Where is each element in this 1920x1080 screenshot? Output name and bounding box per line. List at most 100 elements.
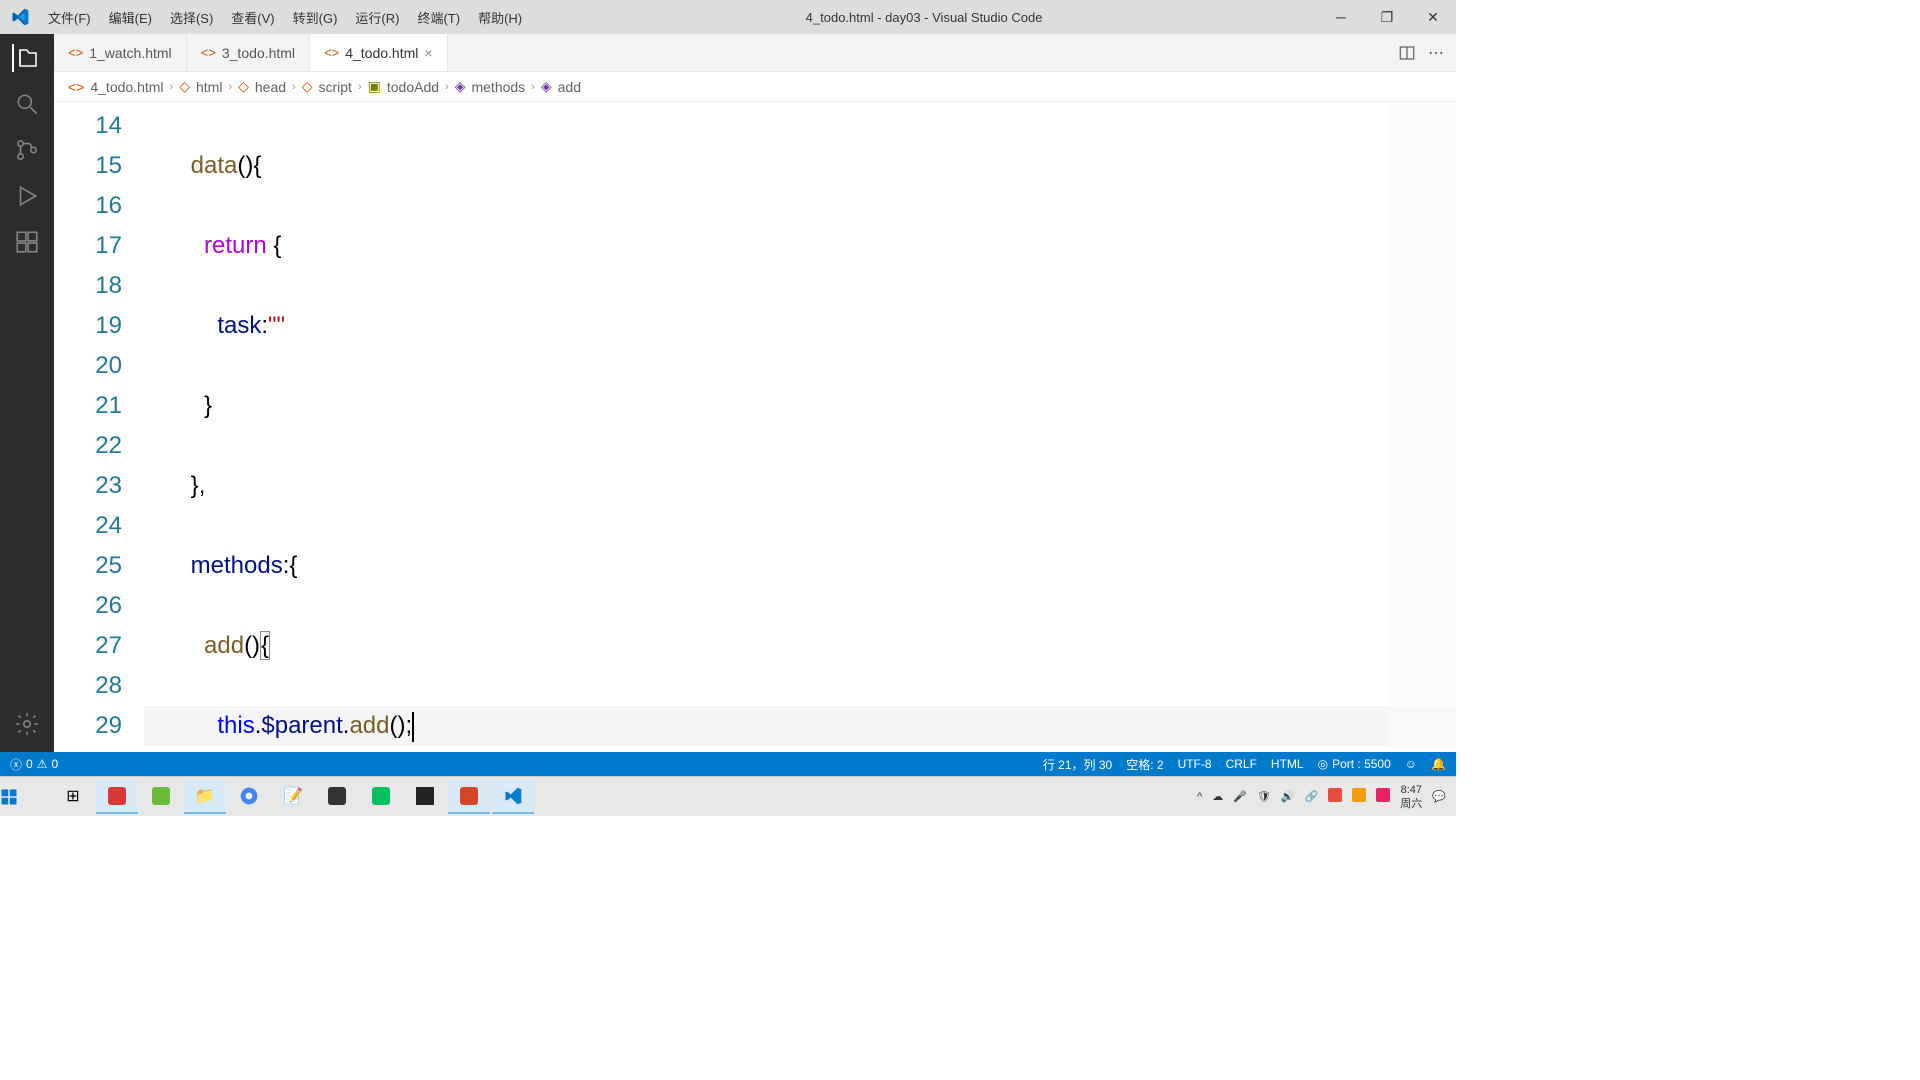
taskbar-app-2[interactable]: [140, 780, 182, 814]
minimize-button[interactable]: ─: [1318, 3, 1364, 32]
minimap[interactable]: [1386, 102, 1456, 752]
tok: add: [204, 632, 244, 659]
tab-label: 1_watch.html: [89, 45, 171, 61]
status-eol[interactable]: CRLF: [1226, 757, 1257, 771]
tray-cloud-icon[interactable]: ☁: [1212, 790, 1223, 803]
tok: return: [204, 232, 267, 259]
tab-4-todo[interactable]: <>4_todo.html×: [310, 34, 448, 71]
tok: task: [217, 312, 261, 339]
status-bar: ⓧ0 ⚠0 行 21，列 30 空格: 2 UTF-8 CRLF HTML ◎ …: [0, 752, 1456, 776]
menu-select[interactable]: 选择(S): [162, 4, 221, 31]
status-bell-icon[interactable]: 🔔: [1431, 757, 1446, 771]
menu-run[interactable]: 运行(R): [347, 4, 407, 31]
menu-edit[interactable]: 编辑(E): [101, 4, 160, 31]
tab-1-watch[interactable]: <>1_watch.html: [54, 34, 187, 71]
taskbar-notepad[interactable]: 📝: [272, 780, 314, 814]
status-spaces[interactable]: 空格: 2: [1126, 756, 1163, 773]
status-language[interactable]: HTML: [1271, 757, 1304, 771]
taskbar-app-1[interactable]: [96, 780, 138, 814]
tok: add: [349, 712, 389, 739]
start-button[interactable]: [0, 788, 48, 806]
vscode-logo-icon: [0, 8, 40, 26]
tab-label: 4_todo.html: [345, 45, 418, 61]
title-bar: 文件(F) 编辑(E) 选择(S) 查看(V) 转到(G) 运行(R) 终端(T…: [0, 0, 1456, 34]
menu-terminal[interactable]: 终端(T): [409, 4, 468, 31]
window-controls: ─ ❐ ✕: [1318, 3, 1456, 32]
breadcrumb-html[interactable]: html: [196, 79, 222, 95]
activity-bar: [0, 34, 54, 752]
status-cursor[interactable]: 行 21，列 30: [1043, 756, 1112, 773]
editor-tabs: <>1_watch.html <>3_todo.html <>4_todo.ht…: [54, 34, 1456, 72]
tab-close-icon[interactable]: ×: [424, 45, 432, 61]
broadcast-icon: ◎: [1318, 757, 1328, 771]
tok: methods: [191, 552, 283, 579]
tray-app-icon-2[interactable]: [1352, 788, 1366, 805]
tray-security-icon[interactable]: 🛡: [1257, 790, 1271, 803]
tok: $parent: [261, 712, 342, 739]
extensions-icon[interactable]: [13, 228, 41, 256]
breadcrumb-todoadd[interactable]: todoAdd: [387, 79, 439, 95]
warning-count: 0: [51, 757, 58, 771]
menu-view[interactable]: 查看(V): [223, 4, 282, 31]
settings-gear-icon[interactable]: [13, 710, 41, 738]
menu-bar: 文件(F) 编辑(E) 选择(S) 查看(V) 转到(G) 运行(R) 终端(T…: [40, 4, 530, 31]
close-button[interactable]: ✕: [1410, 3, 1456, 32]
window-title: 4_todo.html - day03 - Visual Studio Code: [530, 10, 1318, 25]
taskbar-vscode[interactable]: [492, 780, 534, 814]
taskbar-terminal[interactable]: [404, 780, 446, 814]
menu-file[interactable]: 文件(F): [40, 4, 99, 31]
tok: data: [191, 152, 238, 179]
taskbar-chrome[interactable]: [228, 780, 270, 814]
breadcrumb-add[interactable]: add: [558, 79, 581, 95]
breadcrumb[interactable]: <>4_todo.html ›◇html ›◇head ›◇script ›▣t…: [54, 72, 1456, 102]
breadcrumb-methods[interactable]: methods: [471, 79, 525, 95]
code-content[interactable]: data(){ return { task:"" } }, methods:{ …: [144, 102, 1456, 752]
warning-icon: ⚠: [37, 757, 48, 771]
menu-goto[interactable]: 转到(G): [285, 4, 346, 31]
breadcrumb-file[interactable]: 4_todo.html: [90, 79, 163, 95]
windows-taskbar: ⊞ 📁 📝 ^ ☁ 🎤 🛡 🔊 🔗 8:47 周六 💬: [0, 776, 1456, 816]
taskbar-taskview[interactable]: ⊞: [52, 780, 94, 814]
system-tray: ^ ☁ 🎤 🛡 🔊 🔗 8:47 周六 💬: [1197, 783, 1456, 811]
tab-label: 3_todo.html: [222, 45, 295, 61]
more-icon[interactable]: ⋯: [1428, 43, 1444, 63]
taskbar-powerpoint[interactable]: [448, 780, 490, 814]
tray-volume-icon[interactable]: 🔊: [1281, 790, 1295, 803]
tab-3-todo[interactable]: <>3_todo.html: [187, 34, 310, 71]
error-count: 0: [26, 757, 33, 771]
tok: this: [217, 712, 254, 739]
status-encoding[interactable]: UTF-8: [1178, 757, 1212, 771]
taskbar-explorer[interactable]: 📁: [184, 780, 226, 814]
explorer-icon[interactable]: [12, 44, 40, 72]
tray-network-icon[interactable]: 🔗: [1305, 790, 1319, 803]
main-area: <>1_watch.html <>3_todo.html <>4_todo.ht…: [0, 34, 1456, 752]
status-go-live[interactable]: ◎ Port : 5500: [1318, 757, 1391, 771]
taskbar-apps: ⊞ 📁 📝: [48, 780, 534, 814]
tray-notifications-icon[interactable]: 💬: [1432, 790, 1446, 803]
port: Port : 5500: [1332, 757, 1391, 771]
status-feedback-icon[interactable]: ☺: [1405, 757, 1417, 771]
taskbar-wechat[interactable]: [360, 780, 402, 814]
tray-app-icon-3[interactable]: [1376, 788, 1390, 805]
tray-app-icon[interactable]: [1328, 788, 1342, 805]
search-icon[interactable]: [13, 90, 41, 118]
run-debug-icon[interactable]: [13, 182, 41, 210]
taskbar-clock[interactable]: 8:47 周六: [1400, 783, 1422, 811]
tray-mic-icon[interactable]: 🎤: [1233, 790, 1247, 803]
maximize-button[interactable]: ❐: [1364, 3, 1410, 32]
status-problems[interactable]: ⓧ0 ⚠0: [10, 756, 58, 773]
source-control-icon[interactable]: [13, 136, 41, 164]
text-cursor: [412, 712, 414, 742]
taskbar-app-3[interactable]: [316, 780, 358, 814]
clock-date: 周六: [1400, 797, 1422, 811]
line-number-gutter: 14151617 18192021 22232425 26272829: [54, 102, 144, 752]
tray-chevron-icon[interactable]: ^: [1197, 791, 1202, 803]
clock-time: 8:47: [1400, 783, 1422, 797]
editor-area: <>1_watch.html <>3_todo.html <>4_todo.ht…: [54, 34, 1456, 752]
split-editor-icon[interactable]: [1398, 44, 1416, 62]
code-editor[interactable]: 14151617 18192021 22232425 26272829 data…: [54, 102, 1456, 752]
error-icon: ⓧ: [10, 756, 22, 773]
breadcrumb-head[interactable]: head: [255, 79, 286, 95]
breadcrumb-script[interactable]: script: [319, 79, 352, 95]
menu-help[interactable]: 帮助(H): [470, 4, 530, 31]
